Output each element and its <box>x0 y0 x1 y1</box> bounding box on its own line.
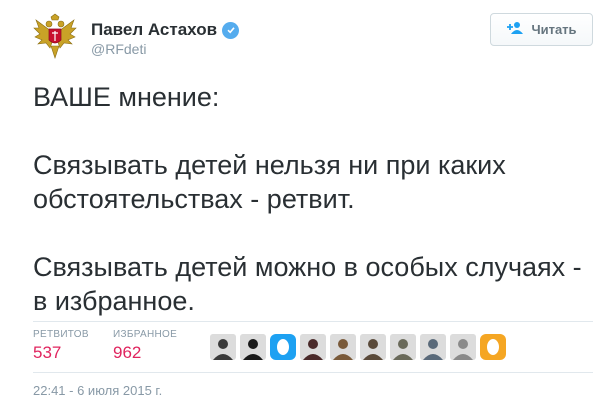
liker-avatar[interactable] <box>330 334 356 360</box>
avatar[interactable] <box>30 12 80 62</box>
divider <box>33 321 593 322</box>
follow-button-label: Читать <box>531 22 577 37</box>
favorites-label: ИЗБРАННОЕ <box>113 329 178 340</box>
tweet-timestamp[interactable]: 22:41 - 6 июля 2015 г. <box>33 383 162 398</box>
favorites-count[interactable]: 962 <box>113 343 177 363</box>
liker-avatar[interactable] <box>450 334 476 360</box>
add-user-icon <box>506 21 524 38</box>
likers-avatars <box>210 334 506 360</box>
liker-avatar[interactable] <box>360 334 386 360</box>
liker-avatar[interactable] <box>390 334 416 360</box>
author-name[interactable]: Павел Астахов <box>91 20 240 40</box>
retweets-count[interactable]: 537 <box>33 343 89 363</box>
author-handle[interactable]: @RFdeti <box>91 41 146 57</box>
verified-badge-icon <box>222 21 240 39</box>
tweet-text: ВАШЕ мнение: Связывать детей нельзя ни п… <box>33 80 593 318</box>
liker-avatar[interactable] <box>420 334 446 360</box>
liker-avatar[interactable] <box>240 334 266 360</box>
tweet-paragraph: ВАШЕ мнение: <box>33 82 220 112</box>
retweets-label: РЕТВИТОВ <box>33 329 89 340</box>
tweet-paragraph: Связывать детей можно в особых случаях -… <box>33 252 582 316</box>
divider <box>33 372 593 373</box>
liker-avatar[interactable] <box>270 334 296 360</box>
liker-avatar[interactable] <box>480 334 506 360</box>
retweets-stat[interactable]: РЕТВИТОВ 537 <box>33 329 89 363</box>
eagle-emblem-icon <box>33 13 77 59</box>
author-name-text[interactable]: Павел Астахов <box>91 20 217 40</box>
tweet-paragraph: Связывать детей нельзя ни при каких обст… <box>33 150 506 214</box>
liker-avatar[interactable] <box>300 334 326 360</box>
follow-button[interactable]: Читать <box>490 13 593 46</box>
liker-avatar[interactable] <box>210 334 236 360</box>
favorites-stat[interactable]: ИЗБРАННОЕ 962 <box>113 329 177 363</box>
